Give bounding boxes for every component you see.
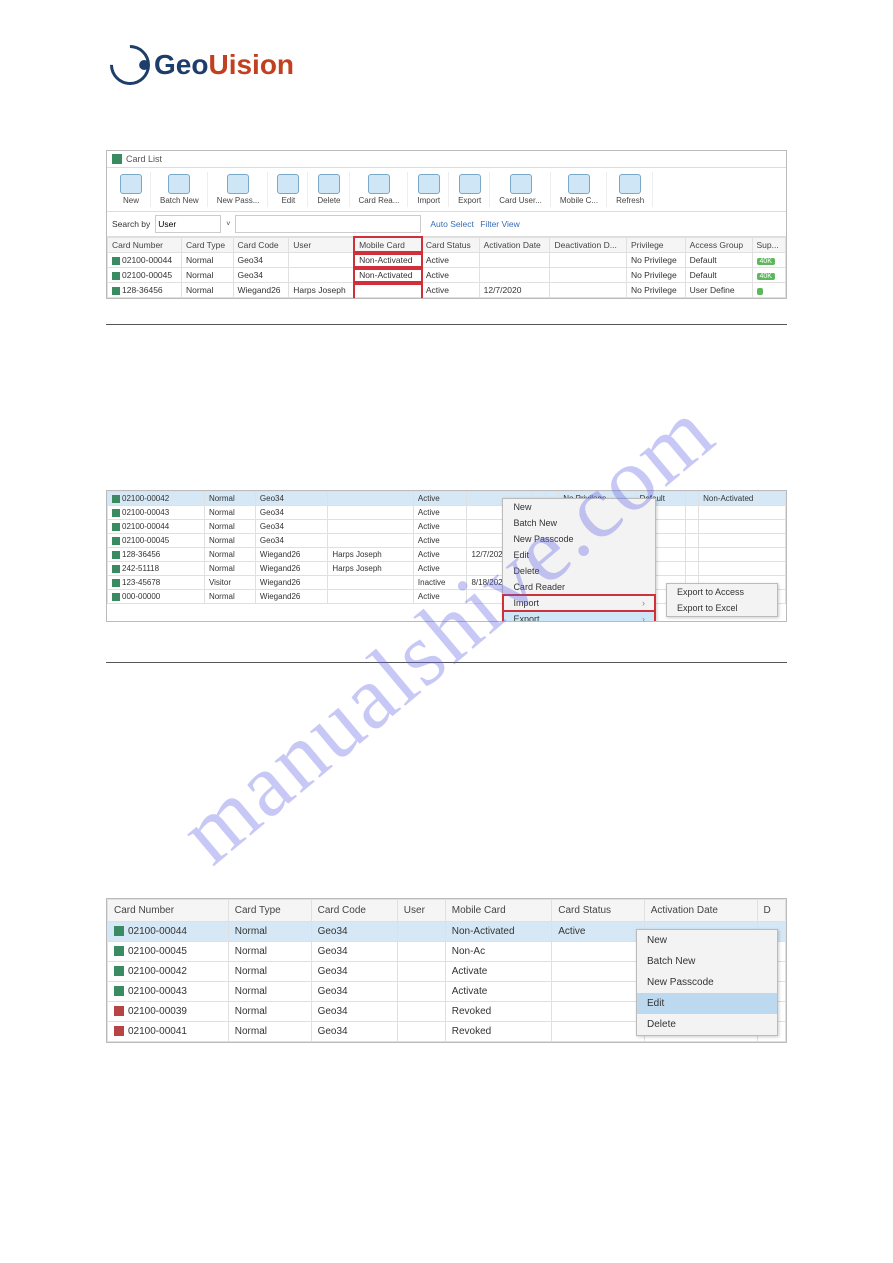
toolbar-new-pass-[interactable]: New Pass...: [209, 172, 269, 207]
menu-item[interactable]: Export to Access: [667, 584, 777, 600]
col-header[interactable]: Activation Date: [644, 900, 757, 922]
col-header[interactable]: Card Code: [311, 900, 397, 922]
col-header[interactable]: Privilege: [626, 238, 685, 253]
col-header[interactable]: User: [397, 900, 445, 922]
menu-item[interactable]: New Passcode: [637, 972, 777, 993]
card-table: Card NumberCard TypeCard CodeUserMobile …: [107, 237, 786, 298]
context-menu-edit[interactable]: NewBatch NewNew PasscodeEditDelete: [636, 929, 778, 1036]
search-label: Search by: [112, 219, 150, 229]
col-header[interactable]: Card Status: [421, 238, 479, 253]
col-header[interactable]: Card Type: [182, 238, 233, 253]
table-row[interactable]: 242-51118NormalWiegand26Harps JosephActi…: [108, 562, 786, 576]
col-header[interactable]: Mobile Card: [445, 900, 552, 922]
menu-item[interactable]: Import: [503, 595, 655, 611]
logo: GeoUision: [110, 45, 294, 85]
table-row[interactable]: 128-36456NormalWiegand26Harps JosephActi…: [108, 283, 786, 298]
toolbar-new[interactable]: New: [112, 172, 151, 207]
col-header[interactable]: D: [757, 900, 786, 922]
toolbar-delete[interactable]: Delete: [309, 172, 349, 207]
toolbar-mobile-c-[interactable]: Mobile C...: [552, 172, 607, 207]
table-row[interactable]: 02100-00042NormalGeo34ActiveNo Privilege…: [108, 492, 786, 506]
col-header[interactable]: Sup...: [752, 238, 786, 253]
menu-item[interactable]: New: [503, 499, 655, 515]
col-header[interactable]: Card Code: [233, 238, 289, 253]
card-list-edit: Card NumberCard TypeCard CodeUserMobile …: [106, 898, 787, 1043]
menu-item[interactable]: Export: [503, 611, 655, 622]
menu-item[interactable]: New Passcode: [503, 531, 655, 547]
toolbar-card-rea-[interactable]: Card Rea...: [351, 172, 409, 207]
window-title: Card List: [126, 154, 162, 164]
menu-item[interactable]: Edit: [637, 993, 777, 1014]
col-header[interactable]: Card Status: [552, 900, 644, 922]
toolbar-batch-new[interactable]: Batch New: [152, 172, 208, 207]
auto-select-link[interactable]: Auto Select: [430, 219, 473, 229]
table-row[interactable]: 02100-00043NormalGeo34ActiveNo Privilege…: [108, 506, 786, 520]
col-header[interactable]: Card Number: [108, 900, 229, 922]
card-list-window: Card List NewBatch NewNew Pass...EditDel…: [106, 150, 787, 299]
table-row[interactable]: 02100-00045NormalGeo34ActiveNo Privilege…: [108, 534, 786, 548]
table-row[interactable]: 02100-00044NormalGeo34ActiveNo Privilege…: [108, 520, 786, 534]
table-row[interactable]: 02100-00044NormalGeo34Non-ActivatedActiv…: [108, 253, 786, 268]
toolbar-card-user-[interactable]: Card User...: [491, 172, 551, 207]
search-input[interactable]: [235, 215, 421, 233]
table-row[interactable]: 128-36456NormalWiegand26Harps JosephActi…: [108, 548, 786, 562]
context-menu[interactable]: NewBatch NewNew PasscodeEditDeleteCard R…: [502, 498, 656, 622]
menu-item[interactable]: New: [637, 930, 777, 951]
menu-item[interactable]: Delete: [503, 563, 655, 579]
logo-text: GeoUision: [154, 49, 294, 81]
table-row[interactable]: 02100-00045NormalGeo34Non-ActivatedActiv…: [108, 268, 786, 283]
col-header[interactable]: Deactivation D...: [550, 238, 626, 253]
col-header[interactable]: Card Type: [228, 900, 311, 922]
col-header[interactable]: Card Number: [108, 238, 182, 253]
card-list-export: 02100-00042NormalGeo34ActiveNo Privilege…: [106, 490, 787, 622]
toolbar-import[interactable]: Import: [409, 172, 449, 207]
filter-view-link[interactable]: Filter View: [480, 219, 520, 229]
col-header[interactable]: User: [289, 238, 355, 253]
col-header[interactable]: Access Group: [685, 238, 752, 253]
menu-item[interactable]: Batch New: [503, 515, 655, 531]
menu-item[interactable]: Batch New: [637, 951, 777, 972]
menu-item[interactable]: Export to Excel: [667, 600, 777, 616]
toolbar-export[interactable]: Export: [450, 172, 490, 207]
col-header[interactable]: Activation Date: [479, 238, 550, 253]
menu-item[interactable]: Card Reader: [503, 579, 655, 595]
export-submenu[interactable]: Export to AccessExport to Excel: [666, 583, 778, 617]
col-header[interactable]: Mobile Card: [355, 238, 422, 253]
menu-item[interactable]: Edit: [503, 547, 655, 563]
toolbar-edit[interactable]: Edit: [269, 172, 308, 207]
menu-item[interactable]: Delete: [637, 1014, 777, 1035]
toolbar: NewBatch NewNew Pass...EditDeleteCard Re…: [107, 168, 786, 212]
window-icon: [112, 154, 122, 164]
logo-icon: [102, 37, 159, 94]
toolbar-refresh[interactable]: Refresh: [608, 172, 653, 207]
search-select[interactable]: [155, 215, 221, 233]
